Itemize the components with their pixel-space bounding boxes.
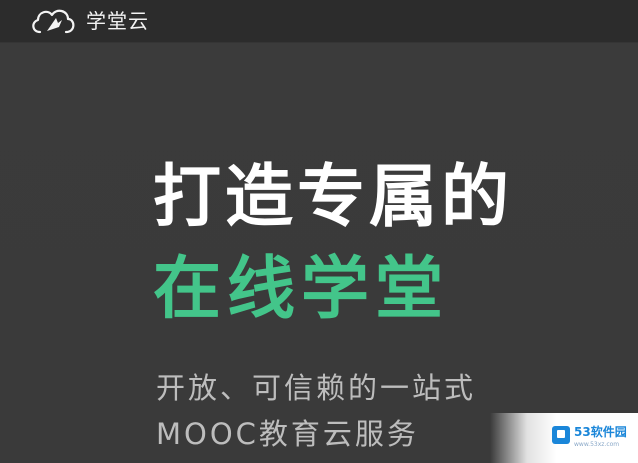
watermark-subtext: www.53xz.com	[574, 441, 620, 448]
watermark: 53软件园 www.53xz.com	[490, 413, 638, 463]
cloud-rocket-icon	[32, 9, 75, 34]
headline-accent: 在线学堂	[153, 250, 450, 329]
watermark-text: 53软件园	[574, 425, 627, 439]
brand-name: 学堂云	[86, 9, 149, 33]
subline-mooc: MOOC教育云服务	[156, 417, 419, 451]
subline-open: 开放、可信赖的一站式	[156, 371, 477, 405]
brand-logo[interactable]: 学堂云	[28, 4, 149, 38]
headline: 打造专属的	[153, 158, 514, 237]
square-logo-icon	[552, 426, 570, 444]
screen: 学堂云 打造专属的 在线学堂 开放、可信赖的一站式 MOOC教育云服务 53软件…	[0, 0, 638, 463]
top-bar: 学堂云	[0, 0, 638, 42]
